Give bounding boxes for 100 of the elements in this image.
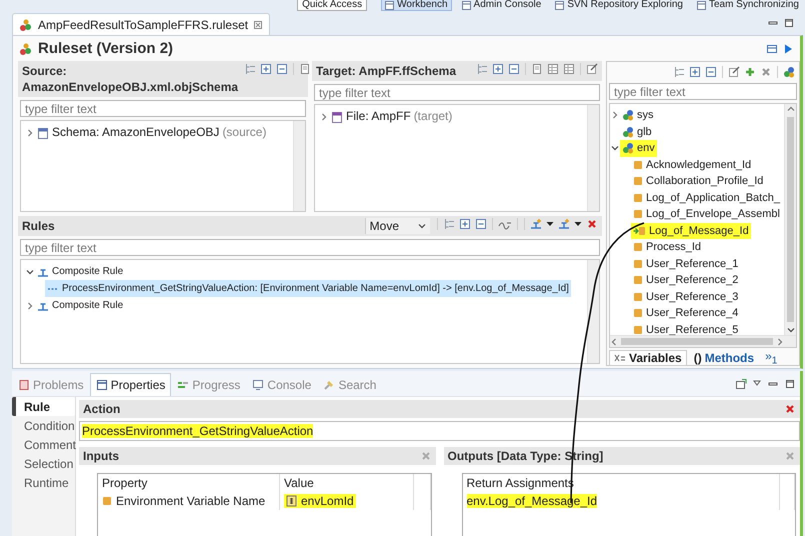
collapse-all-icon[interactable] <box>508 63 520 75</box>
collapse-all-icon[interactable] <box>475 218 487 230</box>
scroll-left-icon[interactable] <box>610 336 618 346</box>
tree-item[interactable]: ProcessEnvironment_GetStringValueAction: [Environment Variable Name=envLomId] -> [env.Log_of_Message_Id] <box>45 280 571 297</box>
tree-item[interactable]: env <box>620 140 657 156</box>
delete-icon[interactable] <box>586 218 598 230</box>
tree-item[interactable]: User_Reference_1 <box>631 256 740 272</box>
perspective-button[interactable]: Admin Console <box>458 0 546 11</box>
tree-item[interactable]: Process_Id <box>631 239 704 256</box>
tree-item[interactable]: Composite Rule <box>35 297 126 314</box>
ruleset-title: Ruleset (Version 2) <box>38 40 174 57</box>
tree-item[interactable]: User_Reference_3 <box>631 288 740 305</box>
editor-tab[interactable]: AmpFeedResultToSampleFFRS.ruleset <box>12 13 270 35</box>
tree-item[interactable]: Log_of_Envelope_Assembl <box>631 206 782 222</box>
quick-access-field[interactable]: Quick Access <box>297 0 368 11</box>
edit-icon[interactable] <box>728 66 740 78</box>
chevron-down-icon <box>417 221 427 231</box>
perspective-button[interactable]: SVN Repository Exploring <box>551 0 687 11</box>
tree-item[interactable]: User_Reference_5 <box>631 322 740 335</box>
view-tab[interactable]: () Methods <box>688 350 760 366</box>
collapse-all-icon[interactable] <box>705 66 717 78</box>
tree-item[interactable]: Log_of_Message_Id <box>631 222 751 239</box>
maximize-icon[interactable] <box>784 378 796 390</box>
table-icon[interactable] <box>547 63 559 75</box>
tree-item[interactable]: Acknowledgement_Id <box>631 156 754 173</box>
scrollbar-thumb[interactable] <box>621 338 773 345</box>
window-icon <box>462 0 471 10</box>
scroll-up-icon[interactable] <box>786 105 796 113</box>
tree-item[interactable]: sys <box>620 107 656 124</box>
variables-icon <box>614 352 626 362</box>
expand-all-icon[interactable] <box>260 63 272 75</box>
view-menu-icon[interactable] <box>752 378 762 388</box>
close-icon[interactable] <box>253 20 264 30</box>
side-tab[interactable]: Condition <box>12 416 75 435</box>
view-tab[interactable]: Properties <box>90 373 172 396</box>
problems-icon <box>18 379 30 391</box>
side-tab[interactable]: Selection <box>12 454 75 473</box>
tree-item[interactable]: File: AmpFF (target) <box>329 108 454 125</box>
tree-item[interactable]: Log_of_Application_Batch_ <box>631 190 782 206</box>
more-tabs-button[interactable]: »$_{1}$ <box>765 348 778 366</box>
chevron-right-icon[interactable] <box>320 112 328 122</box>
tree-icon[interactable] <box>443 218 455 230</box>
mapped-field-icon <box>633 226 646 236</box>
chevron-right-icon[interactable] <box>611 110 619 120</box>
field-icon <box>102 496 112 506</box>
side-tab[interactable]: Comment <box>12 435 75 454</box>
chevron-right-icon[interactable] <box>26 128 34 138</box>
scroll-down-icon[interactable] <box>786 325 796 335</box>
maximize-icon[interactable] <box>783 17 795 29</box>
column-header: Property <box>102 476 148 490</box>
scrollbar-thumb[interactable] <box>787 117 794 322</box>
tree-icon[interactable] <box>476 63 488 75</box>
tree-item[interactable]: glb <box>620 124 654 140</box>
run-icon[interactable] <box>782 42 794 54</box>
dropdown-icon[interactable] <box>574 220 582 228</box>
variable-icon <box>286 495 297 507</box>
add-rule-icon[interactable] <box>530 218 542 230</box>
expand-all-icon[interactable] <box>459 218 471 230</box>
tree-item[interactable]: Composite Rule <box>35 263 126 280</box>
table-cell: envLomId <box>301 494 354 508</box>
scroll-right-icon[interactable] <box>776 336 784 346</box>
delete-icon[interactable] <box>784 403 796 415</box>
filter-field[interactable]: type filter text <box>609 83 797 100</box>
tree-item-note: (source) <box>222 124 266 141</box>
mode-dropdown[interactable]: Move <box>364 218 430 234</box>
add-rule-icon[interactable] <box>558 218 570 230</box>
perspective-button[interactable]: Team Synchronizing <box>692 0 803 11</box>
tree-icon[interactable] <box>673 66 685 78</box>
filter-field[interactable]: type filter text <box>314 84 600 101</box>
document-icon[interactable] <box>531 63 543 75</box>
chevron-right-icon[interactable] <box>26 300 34 310</box>
tree-item[interactable]: User_Reference_2 <box>631 272 740 288</box>
variable-group-icon[interactable] <box>783 66 795 78</box>
filter-field[interactable]: type filter text <box>20 100 306 117</box>
tree-icon[interactable] <box>244 63 256 75</box>
action-field[interactable]: ProcessEnvironment_GetStringValueAction <box>79 421 800 441</box>
tree-item[interactable]: User_Reference_4 <box>631 305 740 322</box>
tree-item[interactable]: Schema: AmazonEnvelopeOBJ (source) <box>35 124 268 141</box>
table-icon[interactable] <box>563 63 575 75</box>
edit-icon[interactable] <box>586 63 598 75</box>
tree-item[interactable]: Collaboration_Profile_Id <box>631 173 766 190</box>
add-icon[interactable] <box>744 66 756 78</box>
filter-field[interactable]: type filter text <box>20 239 600 256</box>
expand-all-icon[interactable] <box>492 63 504 75</box>
side-tab[interactable]: Rule <box>12 397 75 416</box>
perspective-button[interactable]: Workbench <box>381 0 452 11</box>
collapse-all-icon[interactable] <box>276 63 288 75</box>
layout-icon[interactable] <box>766 42 778 54</box>
section-title: Action <box>83 402 120 416</box>
delete-icon[interactable] <box>760 66 772 78</box>
side-tab[interactable]: Runtime <box>12 473 75 492</box>
dropdown-icon[interactable] <box>546 220 554 228</box>
tree-item-note: (target) <box>414 108 452 125</box>
window-icon <box>555 0 564 10</box>
view-tab[interactable]: Variables <box>609 350 687 366</box>
variable-group-icon <box>622 126 634 138</box>
field-icon <box>633 324 643 335</box>
document-icon[interactable] <box>299 63 312 75</box>
new-window-icon[interactable] <box>735 378 747 390</box>
expand-all-icon[interactable] <box>689 66 701 78</box>
